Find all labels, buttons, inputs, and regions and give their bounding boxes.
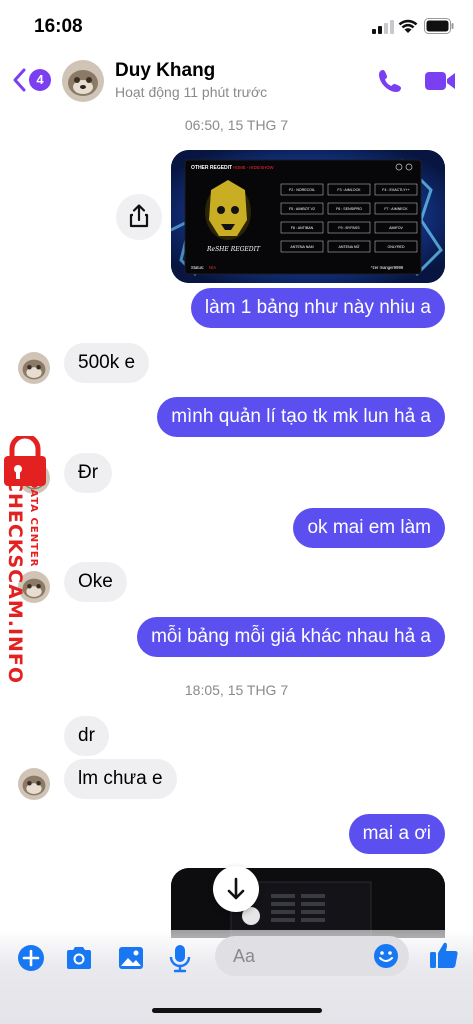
message-incoming[interactable]: Oke	[64, 562, 127, 602]
wifi-icon	[398, 19, 418, 33]
microphone-icon[interactable]	[165, 943, 195, 973]
battery-icon	[424, 18, 454, 34]
unread-count-badge: 4	[29, 69, 51, 91]
share-icon	[129, 204, 149, 228]
panel-status-value: N/A	[209, 265, 216, 270]
arrow-down-icon	[227, 877, 245, 900]
conversation-header: 4 Duy Khang Hoạt động 11 phút trước	[0, 54, 473, 110]
camera-icon[interactable]	[64, 943, 94, 973]
panel-button-label: AIMFOV	[389, 226, 403, 230]
contact-avatar-small[interactable]	[18, 768, 50, 800]
message-outgoing[interactable]: ok mai em làm	[293, 508, 445, 548]
message-outgoing[interactable]: mình quản lí tạo tk mk lun hả a	[157, 397, 445, 437]
message-incoming[interactable]: 500k e	[64, 343, 150, 383]
watermark-text: CHECKSCAM.INFO	[4, 478, 26, 685]
timestamp: 06:50, 15 THG 7	[184, 117, 289, 133]
contact-avatar[interactable]	[62, 60, 104, 102]
emoji-icon[interactable]	[373, 943, 399, 969]
contact-active-status: Hoạt động 11 phút trước	[115, 84, 268, 100]
panel-button-label: F8 : ANTIBAN	[291, 226, 314, 230]
panel-button-label: F6 : SENSIPRO	[336, 207, 362, 211]
panel-button-label: ANTENA NỮ	[338, 244, 359, 249]
status-bar: 16:08	[0, 0, 473, 54]
message-incoming[interactable]: lm chưa e	[64, 759, 177, 799]
thumbs-up-icon[interactable]	[428, 939, 460, 971]
panel-footer: *zer manger9999	[371, 265, 404, 270]
plus-circle-icon[interactable]	[16, 943, 46, 973]
panel-button-label: ONLYRED	[387, 245, 405, 249]
message-input[interactable]: Aa	[215, 936, 409, 976]
photo-gallery-icon[interactable]	[116, 943, 146, 973]
panel-button-label: F9 : BYPASS	[338, 226, 360, 230]
phone-icon[interactable]	[376, 67, 404, 95]
message-outgoing[interactable]: mai a ơi	[348, 814, 445, 854]
back-button[interactable]: 4	[12, 66, 52, 96]
contact-name[interactable]: Duy Khang	[115, 60, 215, 82]
panel-status-label: Status:	[191, 265, 204, 270]
cellular-signal-icon	[372, 20, 394, 34]
shared-image[interactable]: OTHER REGEDIT HOME - HIDE/SHOW ReSHE REG…	[171, 150, 445, 283]
message-outgoing[interactable]: mỗi bảng mỗi giá khác nhau hả a	[137, 617, 445, 657]
timestamp: 18:05, 15 THG 7	[184, 682, 289, 698]
panel-button-label: F5 : AIMBOT V2	[289, 207, 315, 211]
contact-avatar-small[interactable]	[18, 352, 50, 384]
panel-logo-text: ReSHE REGEDIT	[206, 246, 261, 253]
panel-button-label: F7 : AIMNECK	[384, 207, 408, 211]
video-camera-icon[interactable]	[424, 69, 456, 93]
panel-title: OTHER REGEDIT	[191, 165, 232, 171]
watermark-subtext: DATA CENTER	[28, 480, 39, 568]
message-input-placeholder: Aa	[233, 946, 256, 966]
home-indicator	[152, 1008, 322, 1013]
panel-button-label: F4 : EXACTLY++	[382, 188, 410, 192]
panel-button-label: F3 : AIMLOCK	[337, 188, 361, 192]
scroll-to-bottom-button[interactable]	[213, 866, 259, 912]
panel-button-label: F2 : NORECOIL	[289, 188, 315, 192]
message-outgoing[interactable]: làm 1 bảng như này nhiu a	[190, 288, 445, 328]
share-button[interactable]	[116, 194, 162, 240]
chevron-left-icon	[13, 68, 26, 92]
status-time: 16:08	[34, 16, 83, 37]
message-incoming[interactable]: dr	[64, 716, 109, 756]
panel-subtitle: HOME - HIDE/SHOW	[233, 165, 274, 170]
message-incoming[interactable]: Đr	[64, 453, 113, 493]
panel-button-label: ANTENA NAM	[290, 245, 313, 249]
